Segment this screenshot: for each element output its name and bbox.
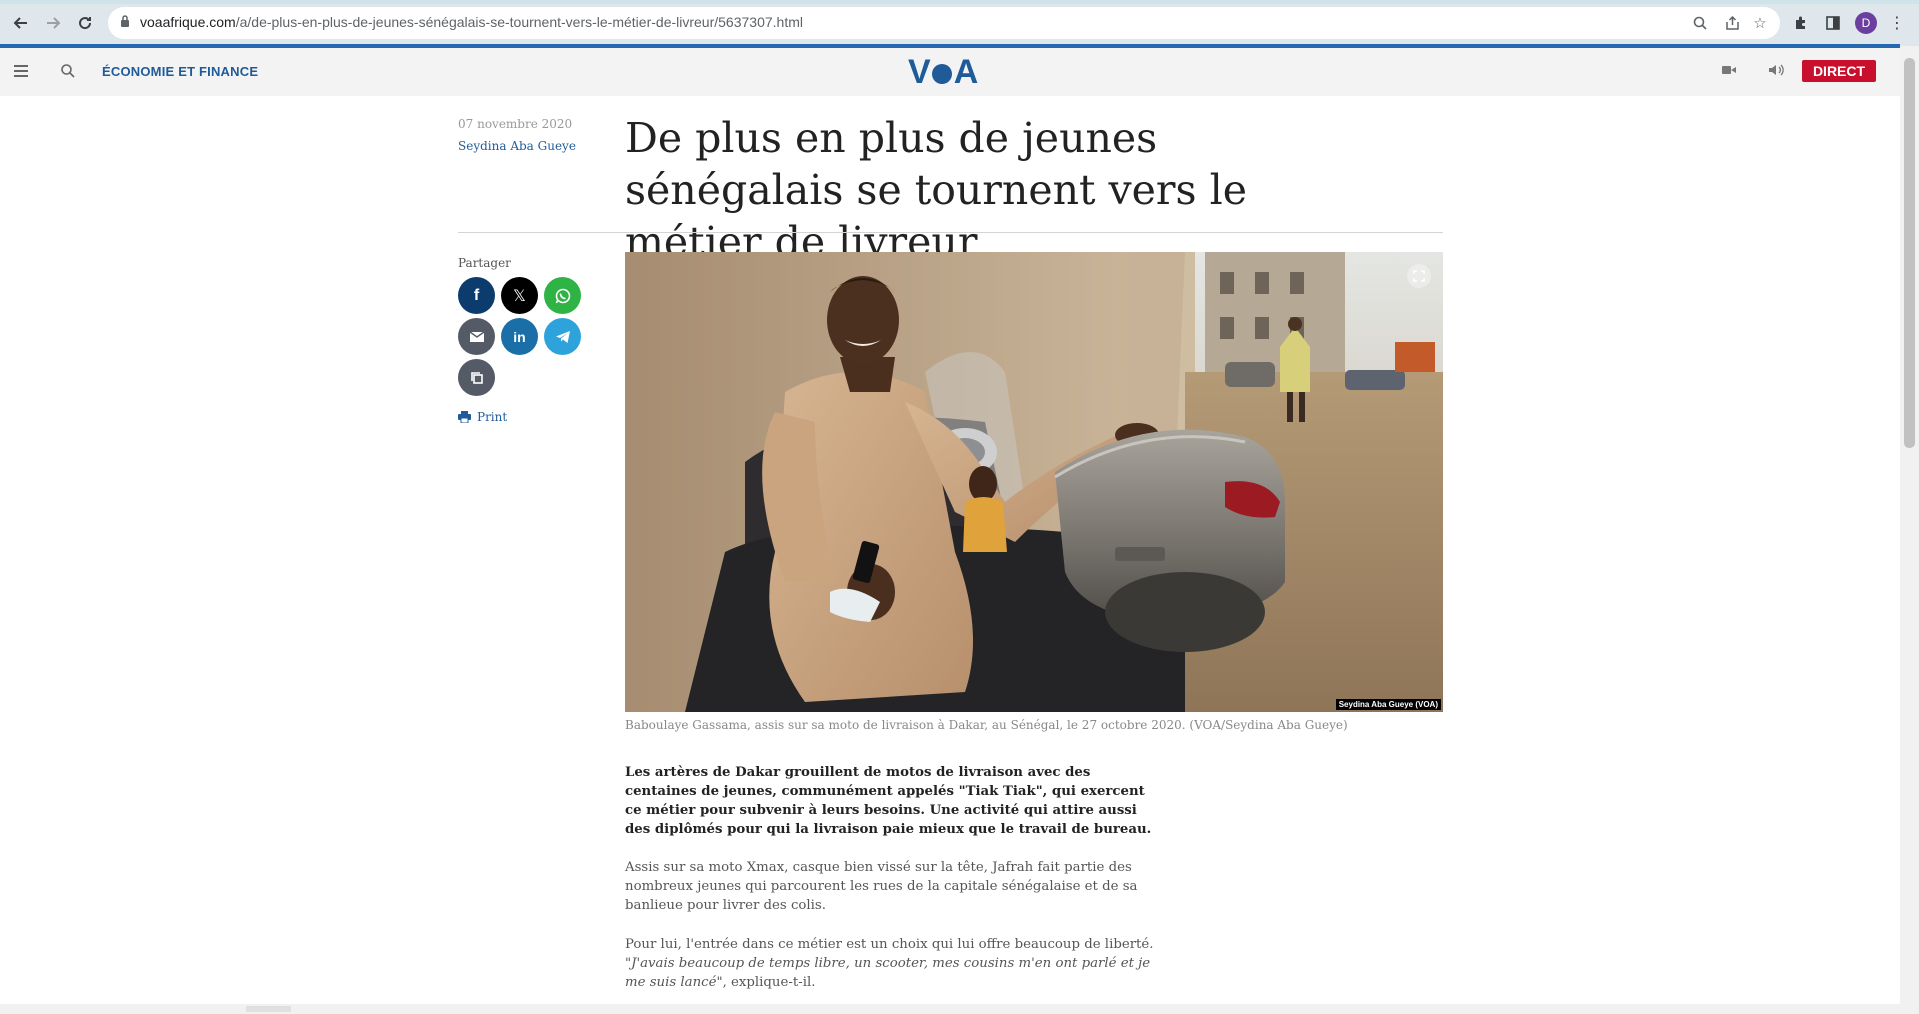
article-paragraph: Assis sur sa moto Xmax, casque bien viss… xyxy=(625,860,1138,913)
article-title: De plus en plus de jeunes sénégalais se … xyxy=(625,114,1247,266)
horizontal-scrollbar[interactable] xyxy=(0,1004,1900,1014)
search-icon[interactable] xyxy=(60,63,76,79)
article-author[interactable]: Seydina Aba Gueye xyxy=(458,139,576,153)
hamburger-menu-icon[interactable] xyxy=(14,65,28,77)
audio-speaker-icon[interactable] xyxy=(1768,63,1784,77)
reload-icon[interactable] xyxy=(72,10,98,36)
article-paragraph-quote: Pour lui, l'entrée dans ce métier est un… xyxy=(625,935,1160,992)
x-icon: 𝕏 xyxy=(513,287,526,305)
copy-icon xyxy=(470,371,483,384)
photo-caption: Baboulaye Gassama, assis sur sa moto de … xyxy=(625,718,1348,732)
share-icon[interactable] xyxy=(1722,13,1742,33)
address-bar[interactable]: voaafrique.com/a/de-plus-en-plus-de-jeun… xyxy=(108,7,1780,39)
article-date: 07 novembre 2020 xyxy=(458,117,573,131)
hscrollbar-thumb[interactable] xyxy=(246,1006,291,1012)
url-path: /a/de-plus-en-plus-de-jeunes-sénégalais-… xyxy=(235,14,803,30)
telegram-icon xyxy=(555,330,570,343)
facebook-icon: f xyxy=(473,286,480,304)
forward-icon[interactable] xyxy=(40,10,66,36)
voa-logo[interactable]: VA xyxy=(908,53,978,91)
print-label: Print xyxy=(477,410,508,424)
video-camera-icon[interactable] xyxy=(1722,65,1736,75)
section-link[interactable]: ÉCONOMIE ET FINANCE xyxy=(102,64,258,79)
printer-icon xyxy=(458,411,471,423)
url-text[interactable]: voaafrique.com/a/de-plus-en-plus-de-jeun… xyxy=(140,14,803,30)
tab-strip-edge xyxy=(0,0,1919,4)
paragraph-text: Pour lui, l'entrée dans ce métier est un… xyxy=(625,937,1154,952)
title-divider xyxy=(458,232,1443,233)
photo-illustration xyxy=(625,252,1443,712)
extensions-icon[interactable] xyxy=(1790,12,1812,34)
copy-link-button[interactable] xyxy=(458,359,495,396)
live-direct-button[interactable]: DIRECT xyxy=(1802,60,1876,82)
photo-credit: Seydina Aba Gueye (VOA) xyxy=(1335,699,1441,710)
scrollbar-thumb[interactable] xyxy=(1904,58,1915,448)
logo-dot xyxy=(931,64,952,84)
fullscreen-expand-icon[interactable] xyxy=(1407,264,1431,288)
url-host: voaafrique.com xyxy=(140,14,236,30)
x-share-button[interactable]: 𝕏 xyxy=(501,277,538,314)
article-lead: Les artères de Dakar grouillent de motos… xyxy=(625,765,1152,837)
paragraph-tail: , explique-t-il. xyxy=(722,975,816,990)
zoom-icon[interactable] xyxy=(1690,13,1710,33)
whatsapp-share-button[interactable] xyxy=(544,277,581,314)
email-share-button[interactable] xyxy=(458,318,495,355)
quote-text: "J'avais beaucoup de temps libre, un sco… xyxy=(625,956,1151,990)
share-label: Partager xyxy=(458,256,511,270)
menu-icon[interactable]: ⋮ xyxy=(1886,12,1908,34)
browser-toolbar: voaafrique.com/a/de-plus-en-plus-de-jeun… xyxy=(0,0,1919,46)
sidepanel-icon[interactable] xyxy=(1822,12,1844,34)
lock-icon xyxy=(121,15,129,27)
facebook-share-button[interactable]: f xyxy=(458,277,495,314)
star-icon[interactable]: ☆ xyxy=(1750,13,1770,33)
linkedin-icon: in xyxy=(513,328,526,345)
envelope-icon xyxy=(469,330,484,342)
whatsapp-icon xyxy=(555,288,570,303)
article-photo[interactable]: Seydina Aba Gueye (VOA) xyxy=(625,252,1443,712)
linkedin-share-button[interactable]: in xyxy=(501,318,538,355)
vertical-scrollbar[interactable] xyxy=(1900,46,1919,1014)
print-link[interactable]: Print xyxy=(458,410,507,424)
site-header: ÉCONOMIE ET FINANCE VA DIRECT xyxy=(0,48,1900,96)
profile-avatar[interactable]: D xyxy=(1855,12,1877,34)
telegram-share-button[interactable] xyxy=(544,318,581,355)
back-icon[interactable] xyxy=(8,10,34,36)
